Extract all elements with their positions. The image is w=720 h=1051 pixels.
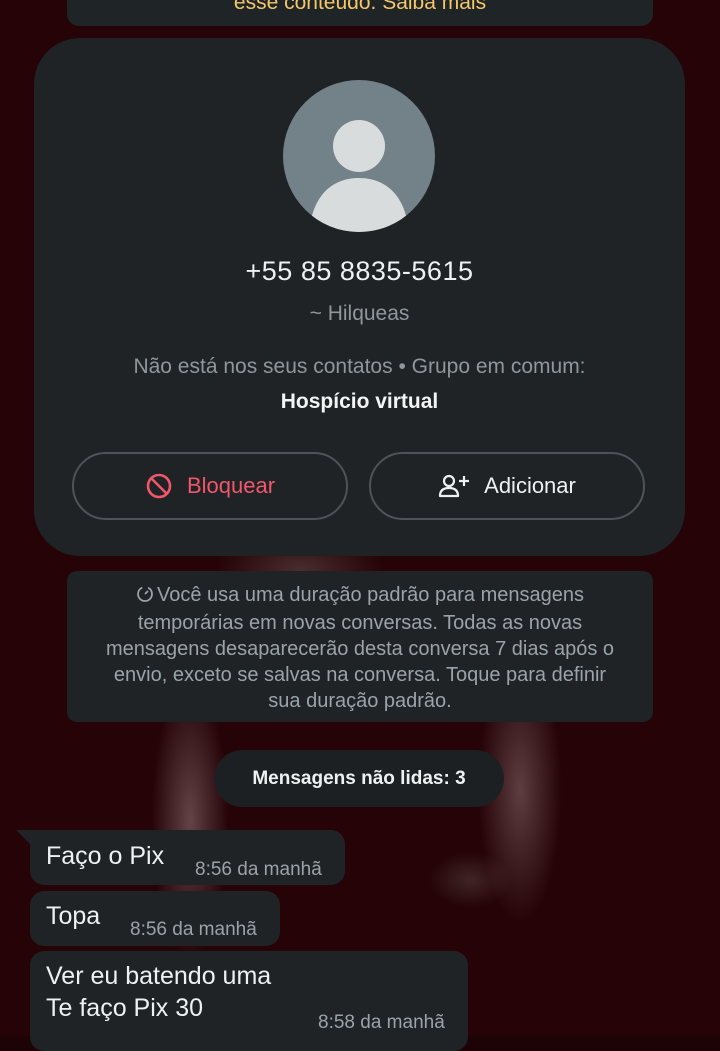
message-line: Te faço Pix 30 — [46, 994, 204, 1022]
contact-info-card: +55 85 8835-5615 ~ Hilqueas Não está nos… — [34, 38, 685, 556]
contact-status-line: Não está nos seus contatos • Grupo em co… — [133, 355, 586, 378]
add-person-icon — [438, 472, 470, 500]
block-icon — [145, 472, 173, 500]
notice-line-5: sua duração padrão. — [268, 690, 452, 712]
incoming-message[interactable]: Ver eu batendo uma Te faço Pix 30 8:58 d… — [30, 951, 468, 1051]
incoming-message[interactable]: Topa 8:56 da manhã — [30, 891, 280, 946]
notice-line-1-text: Você usa uma duração padrão para mensage… — [157, 584, 584, 606]
bubble-tail — [16, 830, 30, 844]
disappearing-messages-notice[interactable]: Você usa uma duração padrão para mensage… — [67, 571, 653, 722]
add-contact-button[interactable]: Adicionar — [369, 452, 645, 520]
banner-text[interactable]: esse conteúdo. Saiba mais — [67, 0, 653, 16]
message-line: Faço o Pix — [46, 842, 165, 870]
message-time: 8:56 da manhã — [195, 859, 322, 880]
incoming-message[interactable]: Faço o Pix 8:56 da manhã — [16, 830, 345, 885]
message-time: 8:56 da manhã — [130, 919, 257, 940]
message-text: Ver eu batendo uma Te faço Pix 30 — [46, 960, 271, 1024]
contact-nickname: ~ Hilqueas — [309, 302, 410, 325]
message-text: Topa — [46, 900, 100, 932]
unread-count-label: Mensagens não lidas: 3 — [252, 767, 466, 789]
message-line: Ver eu batendo uma — [46, 962, 272, 990]
notice-line-1: Você usa uma duração padrão para mensage… — [81, 582, 639, 610]
add-contact-button-label: Adicionar — [484, 473, 576, 498]
block-button-label: Bloquear — [186, 473, 276, 498]
message-line: Topa — [46, 902, 101, 930]
notice-line-3: mensagens desaparecerão desta conversa 7… — [105, 638, 615, 660]
unread-messages-divider: Mensagens não lidas: 3 — [214, 750, 504, 807]
notice-line-4: envio, exceto se salvas na conversa. Toq… — [113, 664, 607, 686]
timer-icon — [136, 584, 154, 610]
message-text: Faço o Pix — [46, 840, 164, 872]
contact-phone-number: +55 85 8835-5615 — [245, 256, 474, 286]
encryption-banner[interactable]: esse conteúdo. Saiba mais — [67, 0, 653, 26]
message-time: 8:58 da manhã — [318, 1012, 445, 1033]
common-group-name[interactable]: Hospício virtual — [34, 390, 685, 414]
default-person-avatar-icon[interactable] — [283, 80, 435, 232]
block-button[interactable]: Bloquear — [72, 452, 348, 520]
notice-line-2: temporárias em novas conversas. Todas as… — [137, 612, 583, 634]
